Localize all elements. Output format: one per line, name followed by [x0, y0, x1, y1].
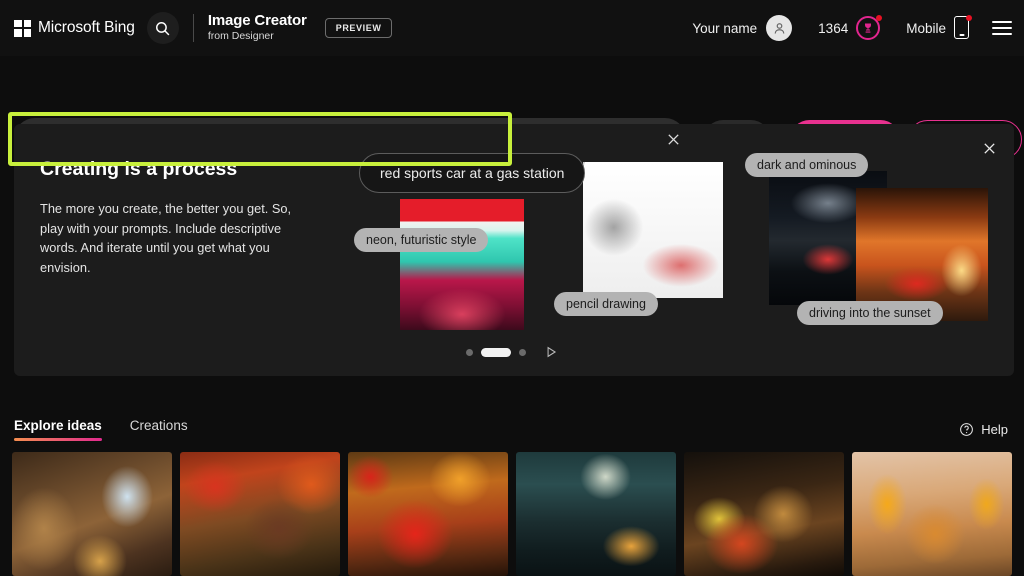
help-label: Help: [981, 421, 1008, 437]
app-subtitle: from Designer: [207, 30, 274, 42]
banner-thumbnail-pencil[interactable]: [583, 162, 723, 298]
search-icon[interactable]: [146, 12, 179, 44]
bing-brand-label[interactable]: Microsoft Bing: [38, 19, 135, 37]
gallery-item-cornucopia[interactable]: [684, 452, 844, 576]
tab-explore-ideas[interactable]: Explore ideas: [14, 418, 102, 441]
explore-ideas-gallery: [12, 452, 1012, 576]
mobile-label[interactable]: Mobile: [906, 21, 946, 36]
app-title: Image Creator: [207, 12, 307, 29]
gallery-item-castle[interactable]: [516, 452, 676, 576]
banner-close-button[interactable]: [976, 135, 1002, 161]
content-tabs: Explore ideas Creations Help: [0, 412, 1024, 446]
banner-prompt-chip[interactable]: red sports car at a gas station: [359, 153, 586, 193]
hamburger-menu-icon[interactable]: [992, 21, 1012, 35]
user-name-label[interactable]: Your name: [692, 21, 757, 36]
mobile-notification-dot: [966, 15, 972, 21]
gallery-item-maple-leaf[interactable]: [348, 452, 508, 576]
question-circle-icon: [960, 422, 974, 436]
rewards-count[interactable]: 1364: [818, 21, 848, 36]
help-link[interactable]: Help: [959, 422, 1008, 437]
banner-thumbnail-neon[interactable]: [400, 199, 524, 330]
banner-style-chip-sunset[interactable]: driving into the sunset: [797, 301, 943, 325]
prompt-bar: photo of a dodo bird sitting on a concre…: [0, 56, 1024, 166]
gallery-item-pancakes[interactable]: [852, 452, 1012, 576]
banner-style-chip-neon[interactable]: neon, futuristic style: [354, 228, 489, 252]
trophy-icon[interactable]: [856, 15, 883, 40]
carousel-pagination: [0, 345, 1024, 359]
header-divider: [192, 14, 194, 42]
phone-icon[interactable]: [954, 15, 972, 40]
banner-title: Creating is a process: [40, 158, 238, 180]
rewards-notification-dot: [876, 15, 883, 21]
creating-is-a-process-banner: Creating is a process The more you creat…: [14, 124, 1014, 376]
gallery-item-cabin[interactable]: [180, 452, 340, 576]
tab-creations[interactable]: Creations: [130, 418, 188, 441]
microsoft-logo-icon[interactable]: [14, 19, 31, 37]
header-right-group: Your name 1364 Mobile: [692, 15, 1024, 41]
clear-prompt-button[interactable]: [660, 126, 686, 152]
banner-body-text: The more you create, the better you get.…: [40, 201, 292, 275]
play-icon[interactable]: [544, 345, 558, 359]
app-title-group: Image Creator from Designer: [208, 13, 307, 43]
header-left-group: Microsoft Bing Image Creator from Design…: [0, 12, 393, 44]
carousel-dot-1[interactable]: [466, 348, 473, 356]
gallery-item-bears[interactable]: [12, 452, 172, 576]
top-header: Microsoft Bing Image Creator from Design…: [0, 0, 1024, 56]
avatar[interactable]: [766, 15, 793, 41]
carousel-dot-2-active[interactable]: [481, 347, 511, 357]
preview-badge: PREVIEW: [324, 18, 393, 38]
image-creator-page: Microsoft Bing Image Creator from Design…: [0, 0, 1024, 576]
banner-style-chip-pencil[interactable]: pencil drawing: [554, 292, 658, 316]
banner-style-chip-dark[interactable]: dark and ominous: [745, 153, 869, 177]
carousel-dot-3[interactable]: [519, 348, 526, 356]
